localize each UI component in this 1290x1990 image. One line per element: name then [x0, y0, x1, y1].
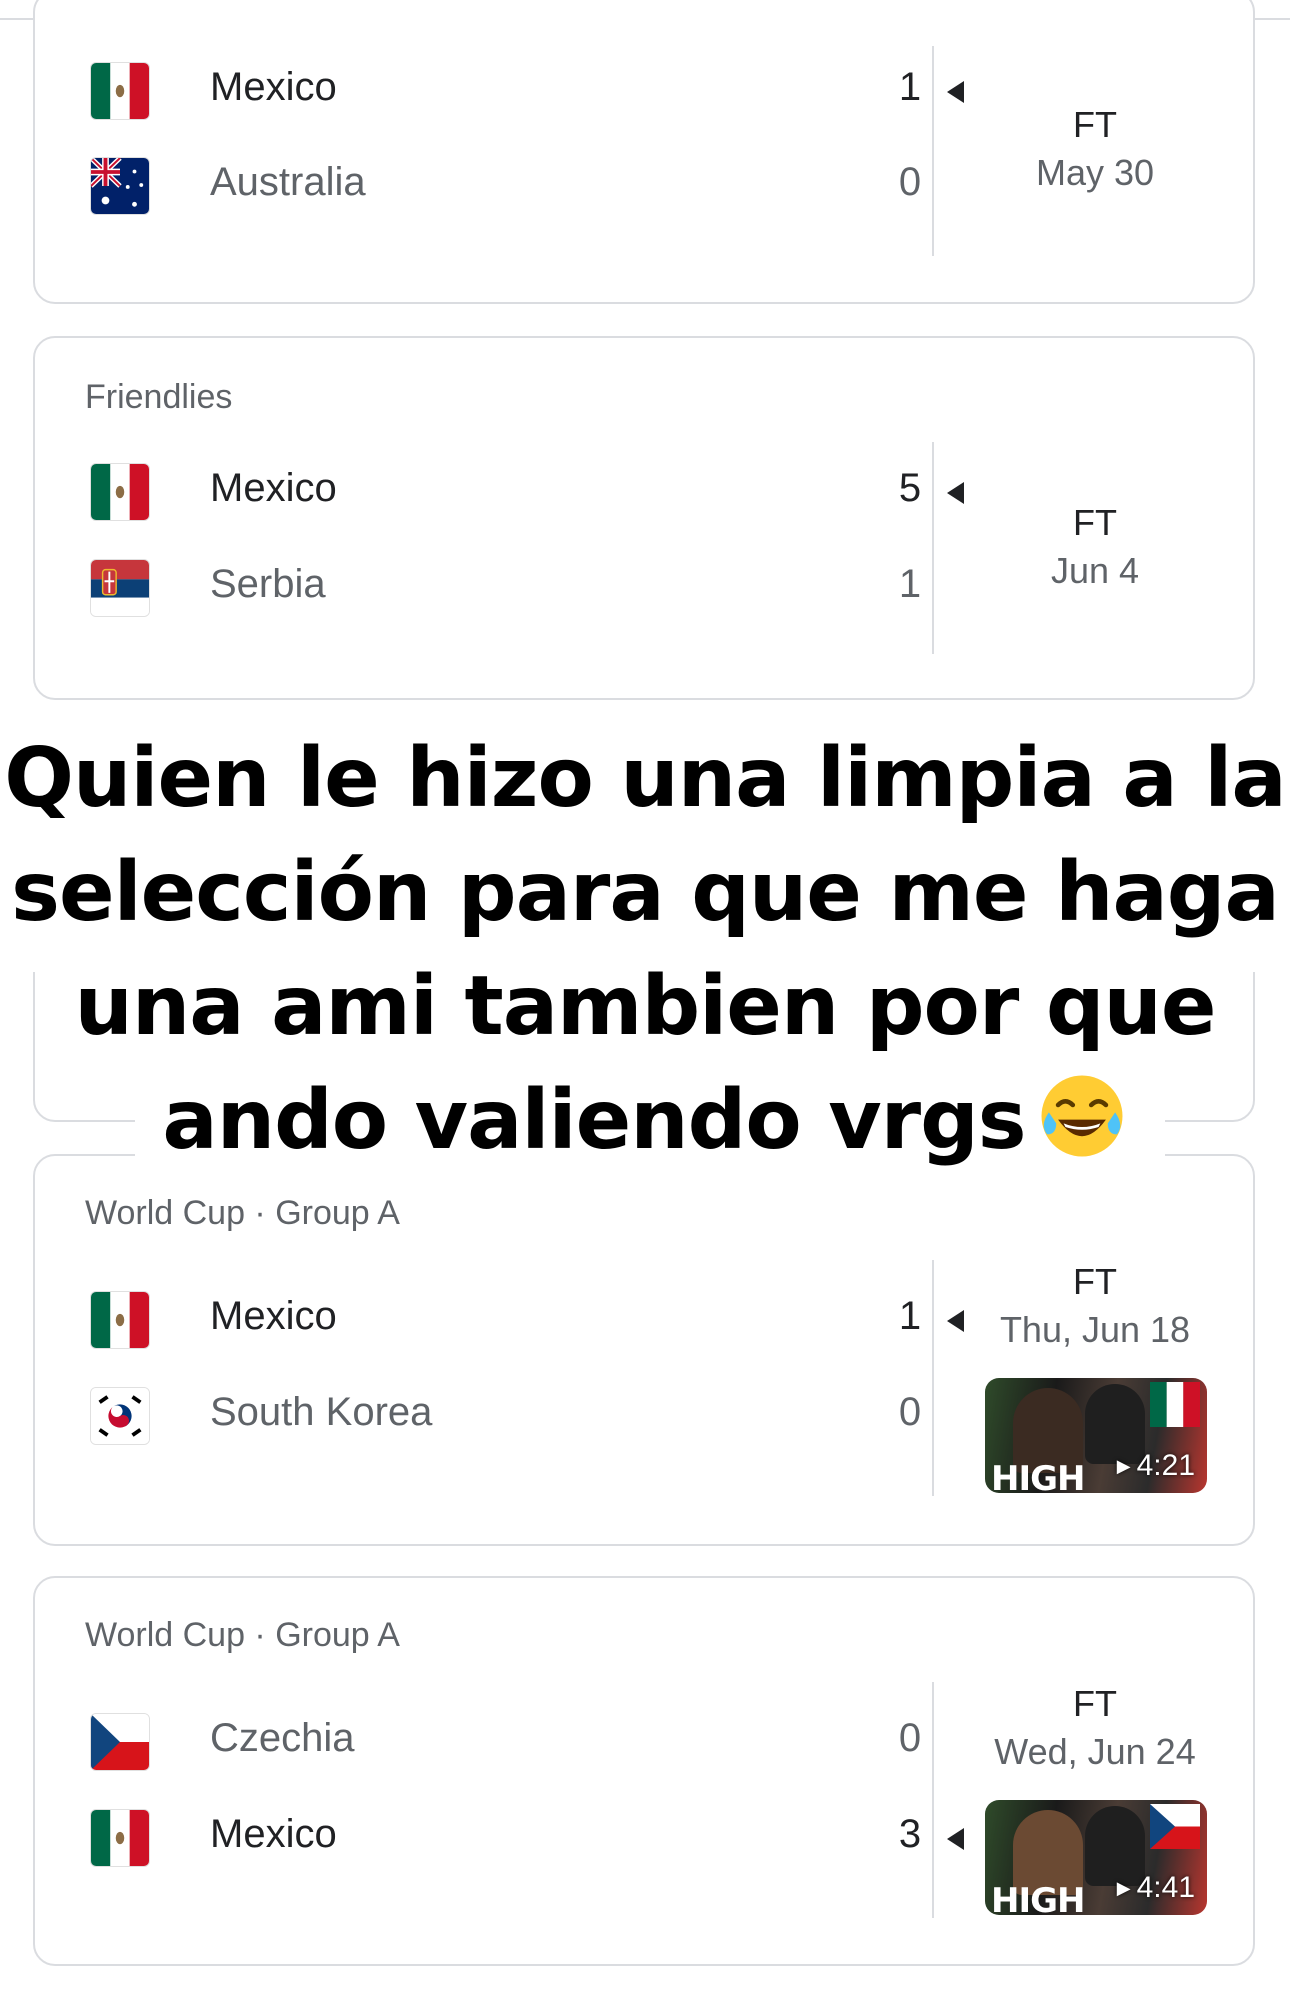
- team-row: Mexico 3: [90, 1804, 964, 1874]
- czechia-flag-icon: [1150, 1804, 1200, 1849]
- team-score: 1: [898, 1294, 922, 1338]
- highlights-video-thumbnail[interactable]: HIGH 4:41: [985, 1800, 1207, 1915]
- team-row: Australia 0: [90, 152, 921, 222]
- match-date: May 30: [1035, 152, 1155, 193]
- match-status: FT: [1073, 1261, 1117, 1302]
- team-score: 1: [898, 562, 922, 606]
- caption-line: una ami tambien por que: [74, 959, 1216, 1054]
- team-name: Mexico: [210, 1812, 337, 1856]
- team-name: Australia: [210, 160, 366, 204]
- team-name: Mexico: [210, 1294, 337, 1338]
- highlights-text: HIGH: [991, 1881, 1085, 1915]
- team-row: Serbia 1: [90, 554, 921, 624]
- caption-line: ando valiendo vrgs: [0, 1064, 1290, 1178]
- vertical-divider: [932, 1682, 934, 1918]
- mexico-flag-icon: [90, 62, 150, 120]
- mexico-flag-icon: [1150, 1382, 1200, 1427]
- highlights-text: HIGH: [991, 1459, 1085, 1493]
- mexico-flag-icon: [90, 463, 150, 521]
- team-name: Czechia: [210, 1716, 355, 1760]
- match-date: Wed, Jun 24: [994, 1731, 1196, 1772]
- winner-arrow-icon: [947, 81, 964, 103]
- australia-flag-icon: [90, 157, 150, 215]
- caption-overlay: Quien le hizo una limpia a la selección …: [0, 722, 1290, 1178]
- team-name: Serbia: [210, 562, 326, 606]
- winner-arrow-icon: [947, 482, 964, 504]
- league-label: Friendlies: [85, 378, 233, 416]
- team-score: 5: [898, 466, 922, 510]
- team-score: 0: [898, 1716, 922, 1760]
- match-status: FT: [1073, 104, 1117, 145]
- team-name: Mexico: [210, 65, 337, 109]
- match-card[interactable]: Mexico 1 Australia 0 FT May 30: [33, 0, 1255, 304]
- czechia-flag-icon: [90, 1713, 150, 1771]
- team-name: South Korea: [210, 1390, 433, 1434]
- team-score: 3: [898, 1812, 922, 1856]
- team-row: Mexico 5: [90, 458, 964, 528]
- south-korea-flag-icon: [90, 1387, 150, 1445]
- team-score: 0: [898, 160, 922, 204]
- match-card[interactable]: Friendlies Mexico 5 Serbia 1 FT Jun 4: [33, 336, 1255, 700]
- vertical-divider: [932, 442, 934, 654]
- caption-line: Quien le hizo una limpia a la: [4, 731, 1286, 826]
- caption-line: selección para que me haga: [11, 845, 1280, 940]
- caption-line-text: ando valiendo vrgs: [162, 1073, 1026, 1168]
- league-label: World Cup · Group A: [85, 1616, 400, 1654]
- team-row: Czechia 0: [90, 1708, 921, 1778]
- team-row: Mexico 1: [90, 1286, 964, 1356]
- league-label: World Cup · Group A: [85, 1194, 400, 1232]
- mexico-flag-icon: [90, 1291, 150, 1349]
- match-card[interactable]: World Cup · Group A Mexico 1 South Korea…: [33, 1154, 1255, 1546]
- video-duration: 4:41: [1117, 1871, 1195, 1905]
- team-score: 0: [898, 1390, 922, 1434]
- match-date: Jun 4: [1050, 550, 1140, 591]
- match-card[interactable]: World Cup · Group A Czechia 0 Mexico 3 F…: [33, 1576, 1255, 1966]
- vertical-divider: [932, 46, 934, 256]
- page: Mexico 1 Australia 0 FT May 30 Friendlie…: [0, 0, 1290, 1990]
- team-name: Mexico: [210, 466, 337, 510]
- video-duration: 4:21: [1117, 1449, 1195, 1483]
- match-status: FT: [1073, 1683, 1117, 1724]
- mexico-flag-icon: [90, 1809, 150, 1867]
- vertical-divider: [932, 1260, 934, 1496]
- highlights-video-thumbnail[interactable]: HIGH 4:21: [985, 1378, 1207, 1493]
- team-row: South Korea 0: [90, 1382, 921, 1452]
- match-date: Thu, Jun 18: [999, 1309, 1191, 1350]
- team-row: Mexico 1: [90, 57, 964, 127]
- winner-arrow-icon: [947, 1828, 964, 1850]
- match-status: FT: [1073, 502, 1117, 543]
- serbia-flag-icon: [90, 559, 150, 617]
- team-score: 1: [898, 65, 922, 109]
- laughing-tears-emoji-icon: [1041, 1075, 1123, 1157]
